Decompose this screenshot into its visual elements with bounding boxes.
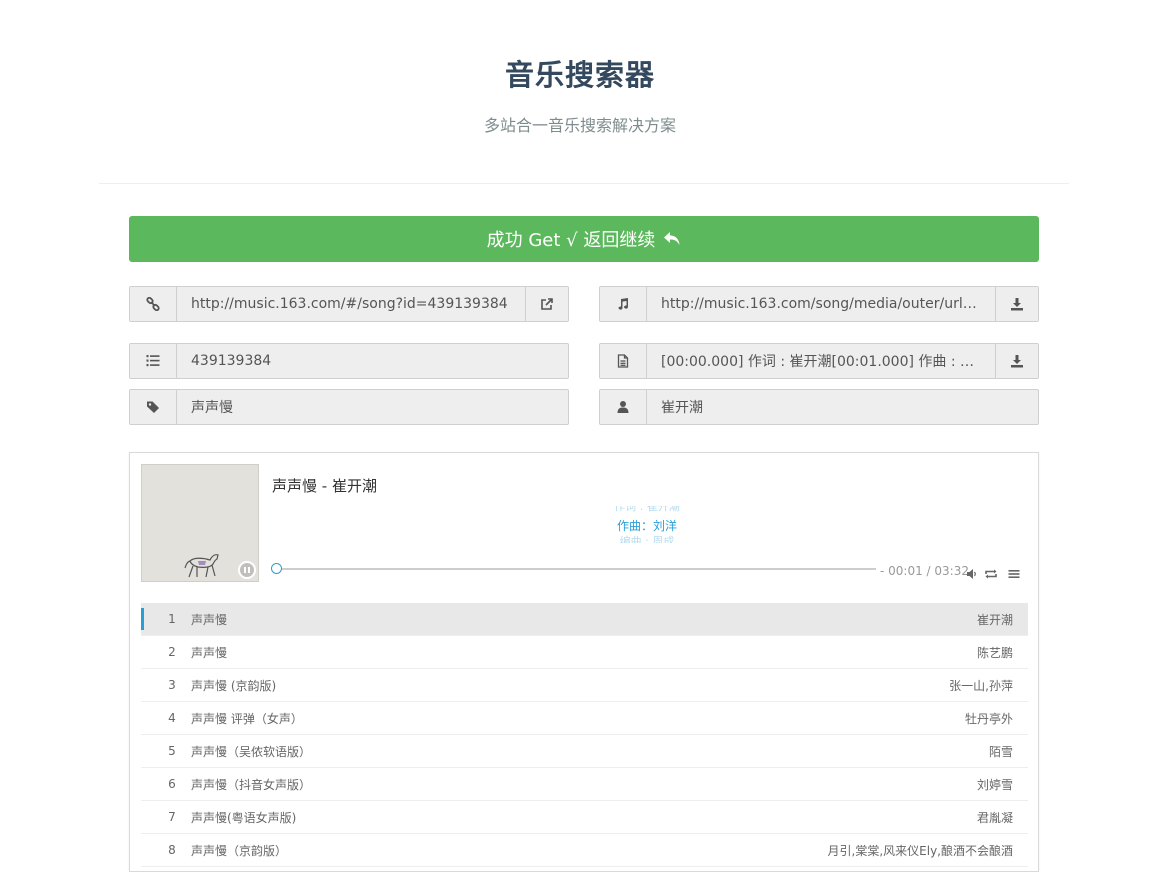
playlist-row-artist: 牡丹亭外 [964,711,1013,726]
playlist: 1 声声慢 崔开潮 2 声声慢 陈艺鹏 3 声声慢 (京韵版) 张一山,孙萍 4 声声慢 评弹（女声… [141,603,1028,867]
playlist-row[interactable]: 5 声声慢（吴侬软语版） 陌雪 [141,735,1028,768]
list-ol-icon [130,344,177,378]
playlist-row[interactable]: 8 声声慢（京韵版） 月引,棠棠,风来仪Ely,酿酒不会酿酒 [141,834,1028,867]
playlist-row-title: 声声慢（京韵版） [191,843,288,858]
playlist-row-artist: 张一山,孙萍 [949,678,1013,693]
playlist-row-artist: 月引,棠棠,风来仪Ely,酿酒不会酿酒 [827,843,1013,858]
song-link-value[interactable]: http://music.163.com/#/song?id=439139384 [177,287,525,321]
playlist-row-artist: 君胤凝 [976,810,1013,825]
playlist-row-title: 声声慢 评弹（女声） [191,711,303,726]
pause-icon [244,567,250,573]
lyrics-value[interactable]: [00:00.000] 作词 : 崔开潮[00:01.000] 作曲 : 刘洋[… [647,344,995,378]
external-link-icon[interactable] [525,287,568,321]
loop-icon[interactable] [984,565,998,584]
song-link-field: http://music.163.com/#/song?id=439139384 [129,286,569,322]
playlist-row-artist: 陈艺鹏 [976,645,1013,660]
download-icon[interactable] [995,344,1038,378]
album-cover [141,464,259,582]
reply-icon [663,231,681,247]
success-return-button[interactable]: 成功 Get √ 返回继续 [129,216,1039,262]
playlist-row[interactable]: 7 声声慢(粤语女声版) 君胤凝 [141,801,1028,834]
playlist-row-index: 3 [168,678,176,692]
playlist-row-title: 声声慢(粤语女声版) [191,810,297,825]
playlist-row-index: 8 [168,843,176,857]
header-divider [99,183,1069,184]
file-text-icon [600,344,647,378]
playlist-row-artist: 崔开潮 [976,612,1013,627]
player-song-title: 声声慢 - 崔开潮 [272,477,377,495]
lyric-previous-line: 作词 : 崔开潮 [272,506,1022,512]
playlist-row-title: 声声慢（抖音女声版） [191,777,312,792]
song-name-value[interactable]: 声声慢 [177,390,568,424]
media-url-value[interactable]: http://music.163.com/song/media/outer/ur… [647,287,995,321]
page-subtitle: 多站合一音乐搜索解决方案 [483,116,676,135]
playlist-row-index: 7 [168,810,176,824]
artist-field: 崔开潮 [599,389,1039,425]
playlist-row-title: 声声慢（吴侬软语版） [191,744,312,759]
page-title: 音乐搜索器 [504,58,655,92]
playlist-row[interactable]: 4 声声慢 评弹（女声） 牡丹亭外 [141,702,1028,735]
pause-button[interactable] [238,561,256,579]
playlist-row-artist: 刘婷雪 [976,777,1013,792]
song-name-field: 声声慢 [129,389,569,425]
playlist-row-title: 声声慢 (京韵版) [191,678,277,693]
lyrics-field: [00:00.000] 作词 : 崔开潮[00:01.000] 作曲 : 刘洋[… [599,343,1039,379]
song-id-field: 439139384 [129,343,569,379]
user-icon [600,390,647,424]
music-player: 声声慢 - 崔开潮 作词 : 崔开潮 作曲：刘洋 编曲 : 周成 - 00:01… [129,452,1039,872]
playlist-row-index: 5 [168,744,176,758]
progress-bar[interactable] [271,563,876,574]
playlist-row-title: 声声慢 [191,612,228,627]
horse-illustration [184,554,219,578]
song-id-value[interactable]: 439139384 [177,344,568,378]
playlist-menu-icon[interactable] [1008,565,1020,584]
playlist-row-index: 6 [168,777,176,791]
time-display: - 00:01 / 03:32 [880,564,969,578]
link-icon [130,287,177,321]
playlist-row-artist: 陌雪 [988,744,1013,759]
music-note-icon [600,287,647,321]
playlist-row-index: 4 [168,711,176,725]
success-return-label: 成功 Get √ 返回继续 [486,230,656,251]
artist-value[interactable]: 崔开潮 [647,390,1038,424]
playlist-row[interactable]: 2 声声慢 陈艺鹏 [141,636,1028,669]
playlist-row[interactable]: 6 声声慢（抖音女声版） 刘婷雪 [141,768,1028,801]
playlist-row[interactable]: 3 声声慢 (京韵版) 张一山,孙萍 [141,669,1028,702]
progress-track [272,568,876,570]
playlist-row-index: 2 [168,645,176,659]
media-url-field: http://music.163.com/song/media/outer/ur… [599,286,1039,322]
lyric-next-line: 编曲 : 周成 [619,535,675,543]
playlist-row-title: 声声慢 [191,645,228,660]
tag-icon [130,390,177,424]
download-icon[interactable] [995,287,1038,321]
lyric-current-line: 作曲：刘洋 [616,519,677,533]
progress-handle[interactable] [271,563,283,574]
playlist-row-index: 1 [168,612,176,626]
volume-icon[interactable] [966,565,978,584]
playlist-row[interactable]: 1 声声慢 崔开潮 [141,603,1028,636]
